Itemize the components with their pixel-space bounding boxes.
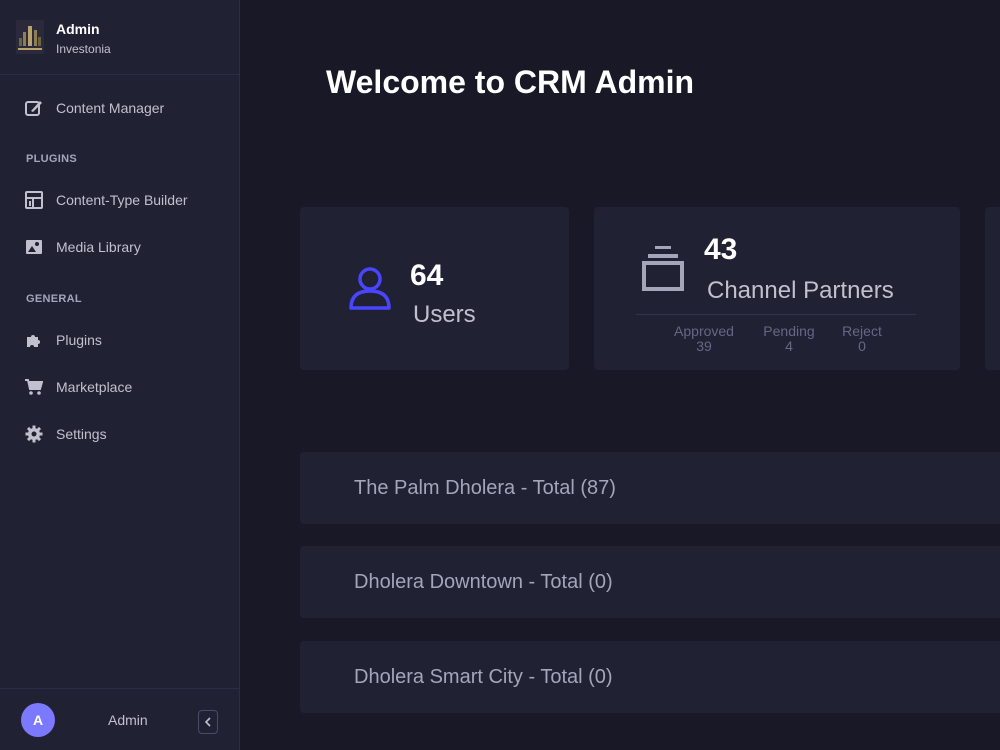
app-root: Admin Investonia Content Manager PLUGINS… xyxy=(0,0,1000,750)
chevron-left-icon xyxy=(204,717,211,727)
image-icon xyxy=(26,240,42,254)
sidebar-item-label: Marketplace xyxy=(56,379,133,395)
page-title: Welcome to CRM Admin xyxy=(326,64,695,100)
brand-title: Admin xyxy=(56,21,100,37)
sidebar-item-marketplace[interactable]: Marketplace xyxy=(0,367,239,407)
sidebar-item-label: Content Manager xyxy=(56,100,165,116)
project-label: The Palm Dholera - Total (87) xyxy=(354,477,616,499)
sidebar-item-label: Settings xyxy=(56,426,107,442)
card-divider xyxy=(636,314,916,315)
sidebar-item-content-manager[interactable]: Content Manager xyxy=(0,88,239,128)
sidebar-item-settings[interactable]: Settings xyxy=(0,414,239,454)
avatar[interactable]: A xyxy=(21,703,55,737)
stat-label: Reject xyxy=(842,323,882,339)
third-card xyxy=(985,207,1000,370)
section-title-plugins: PLUGINS xyxy=(26,153,77,165)
user-name: Admin xyxy=(108,712,148,728)
layout-icon xyxy=(25,191,43,209)
users-card: 64 Users xyxy=(300,207,569,370)
user-icon xyxy=(349,267,391,310)
stat-pending: Pending 4 xyxy=(749,324,829,354)
brand-subtitle: Investonia xyxy=(56,42,111,56)
project-label: Dholera Downtown - Total (0) xyxy=(354,571,613,593)
stat-label: Approved xyxy=(674,323,734,339)
users-label: Users xyxy=(413,301,476,328)
sidebar-item-plugins[interactable]: Plugins xyxy=(0,320,239,360)
partners-count: 43 xyxy=(704,233,738,266)
stack-icon xyxy=(642,246,684,291)
stat-approved: Approved 39 xyxy=(664,324,744,354)
cart-icon xyxy=(25,379,43,395)
project-row[interactable]: Dholera Smart City - Total (0) xyxy=(300,641,1000,713)
sidebar-item-label: Plugins xyxy=(56,332,102,348)
sidebar: Admin Investonia Content Manager PLUGINS… xyxy=(0,0,240,750)
stat-value: 4 xyxy=(785,338,793,354)
gear-icon xyxy=(25,425,43,443)
brand-header: Admin Investonia xyxy=(0,0,239,75)
collapse-sidebar-button[interactable] xyxy=(198,710,218,734)
sidebar-item-label: Content-Type Builder xyxy=(56,192,188,208)
project-label: Dholera Smart City - Total (0) xyxy=(354,666,613,688)
stat-value: 0 xyxy=(858,338,866,354)
stat-reject: Reject 0 xyxy=(822,324,902,354)
sidebar-item-media-library[interactable]: Media Library xyxy=(0,227,239,267)
project-row[interactable]: The Palm Dholera - Total (87) xyxy=(300,452,1000,524)
users-count: 64 xyxy=(410,259,444,292)
investonia-logo xyxy=(16,20,44,54)
sidebar-footer: A Admin xyxy=(0,688,239,750)
stat-label: Pending xyxy=(763,323,815,339)
project-row[interactable]: Dholera Downtown - Total (0) xyxy=(300,546,1000,618)
section-title-general: GENERAL xyxy=(26,293,82,305)
sidebar-item-label: Media Library xyxy=(56,239,141,255)
puzzle-icon xyxy=(27,335,40,347)
stat-value: 39 xyxy=(696,338,712,354)
partners-label: Channel Partners xyxy=(707,277,894,304)
feather-pen-icon xyxy=(25,101,42,116)
channel-partners-card: 43 Channel Partners Approved 39 Pending … xyxy=(594,207,960,370)
sidebar-item-content-type-builder[interactable]: Content-Type Builder xyxy=(0,180,239,220)
main-content: Welcome to CRM Admin 64 Users 43 Channel… xyxy=(240,0,1000,750)
